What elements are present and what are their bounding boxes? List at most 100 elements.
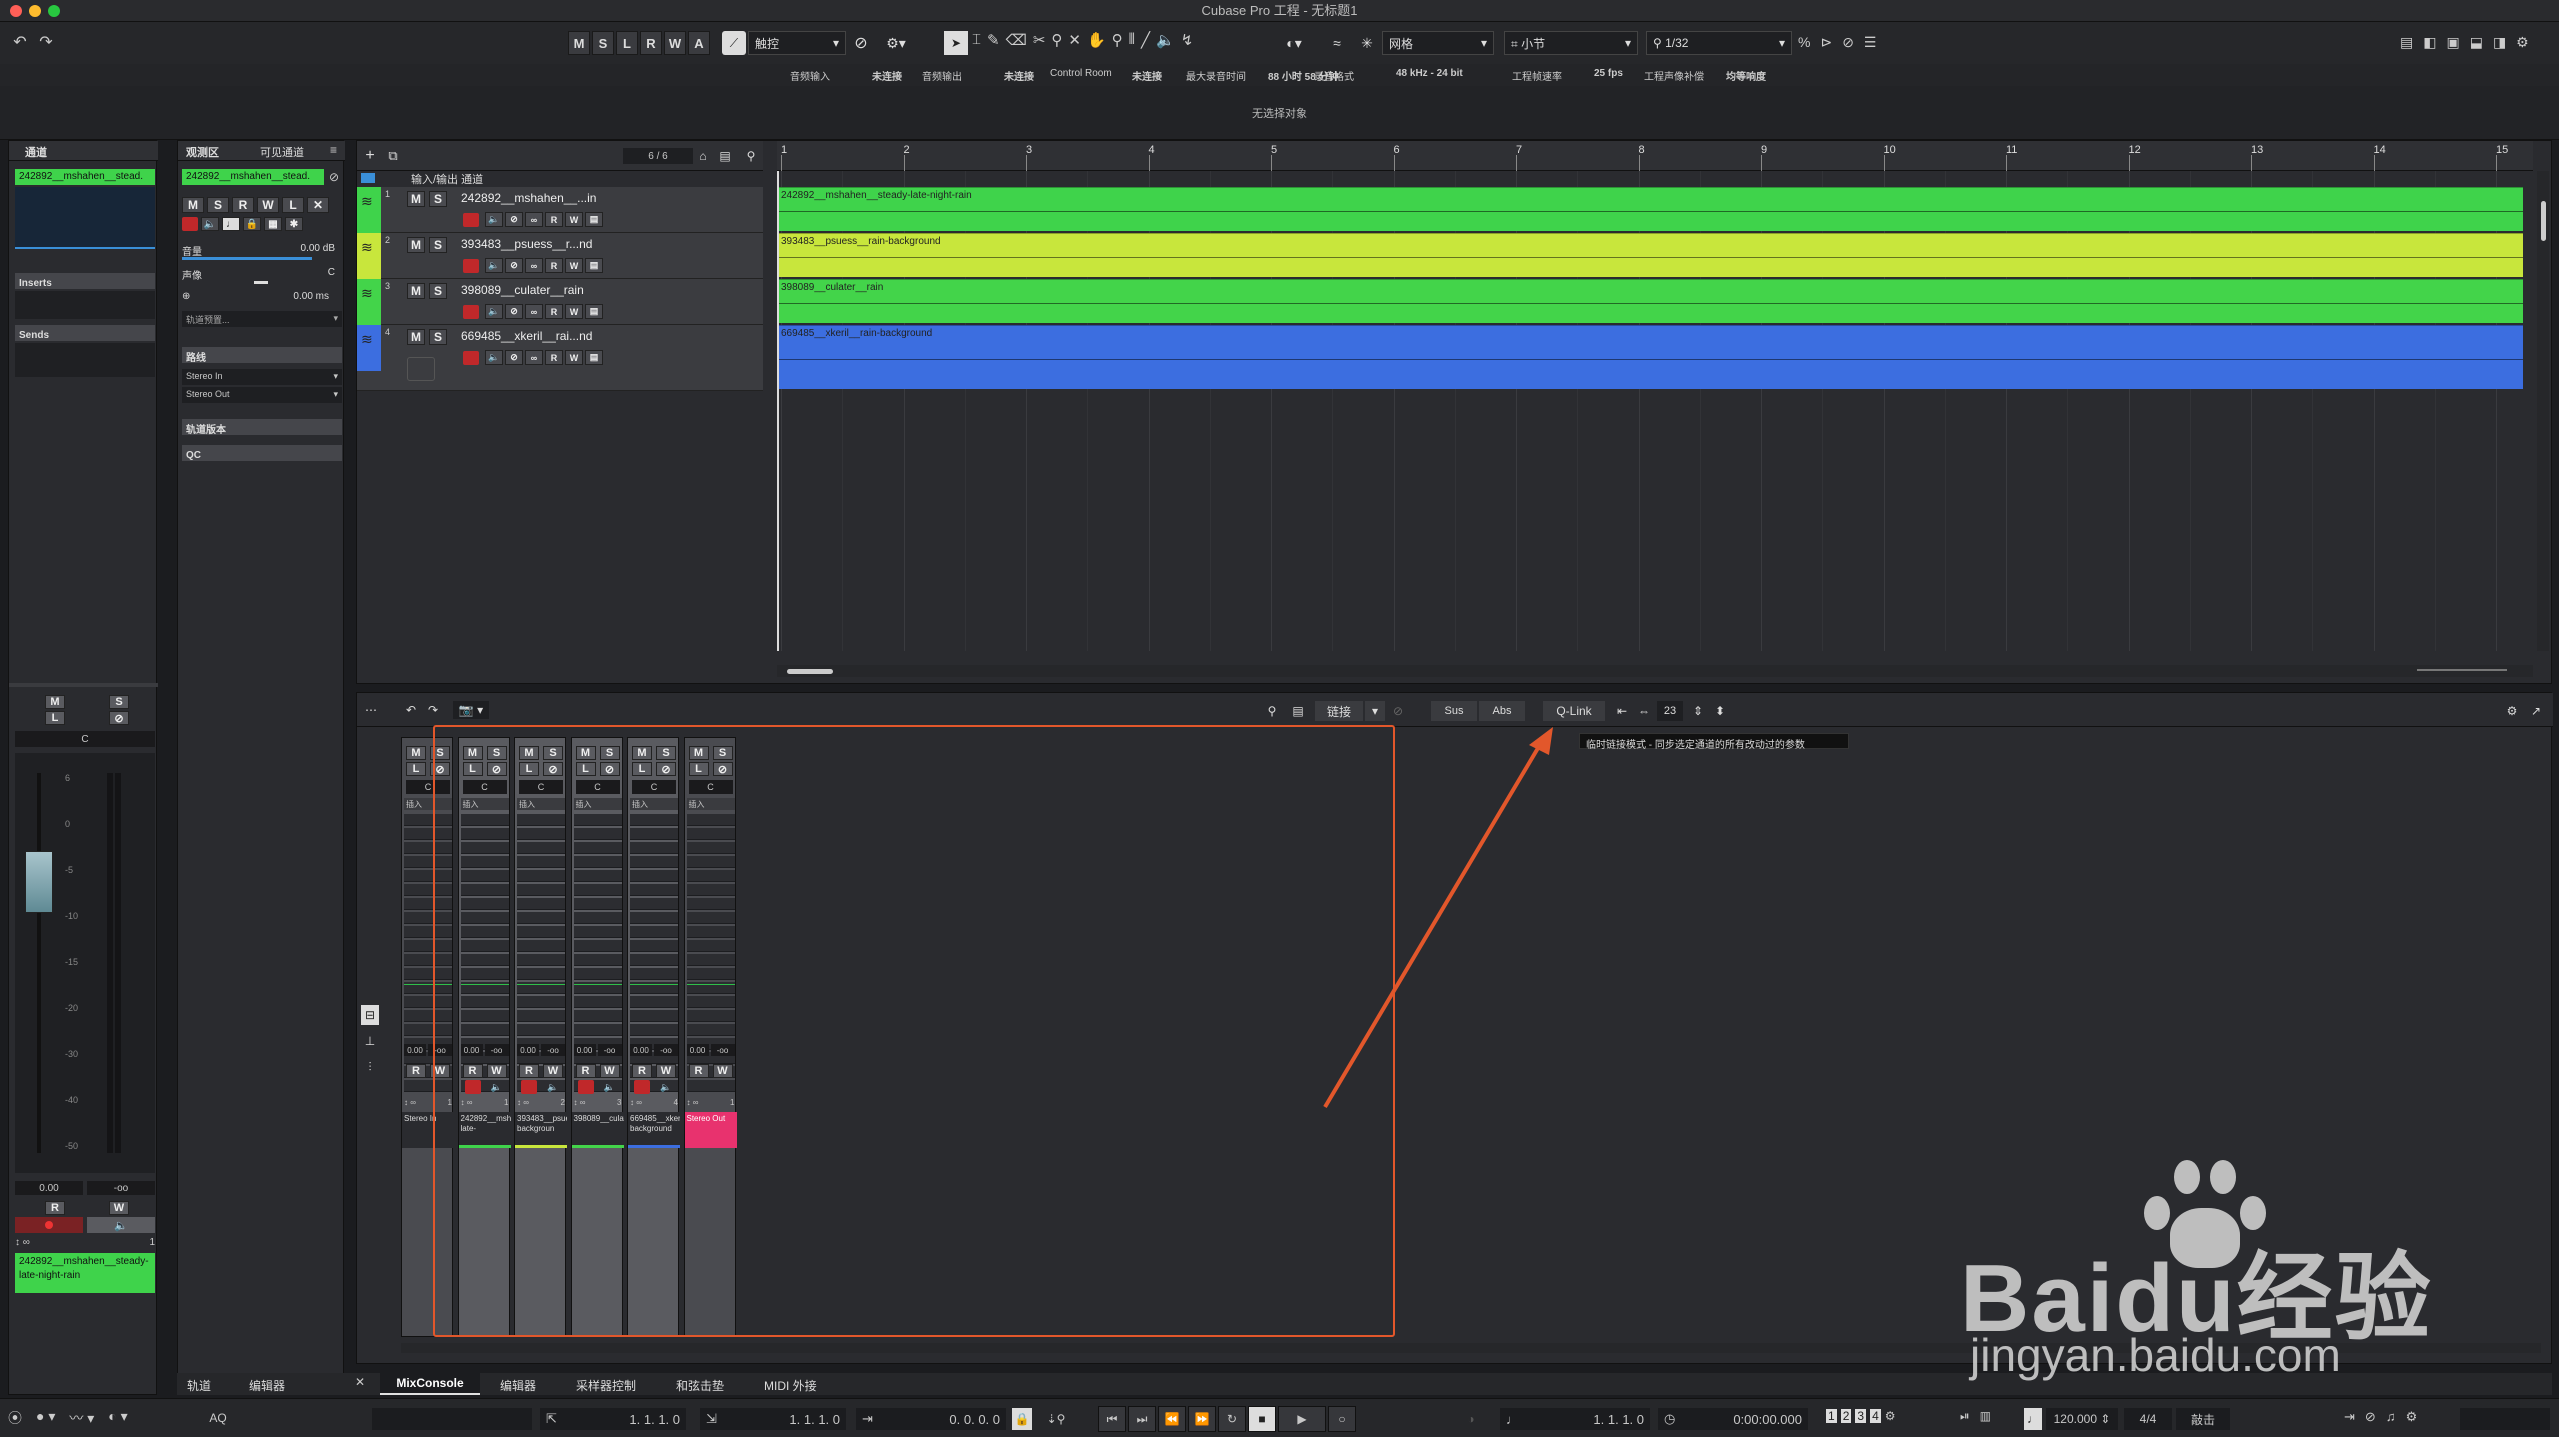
quantize-reset-icon[interactable]: ⊘	[1842, 34, 1854, 51]
track-control-button[interactable]: W	[565, 258, 583, 273]
strip-inserts-header[interactable]: 插入	[686, 798, 735, 810]
strip-fader-value[interactable]: 0.00	[573, 1044, 596, 1056]
strip-inserts-header[interactable]: 插入	[517, 798, 565, 810]
write-automation-button[interactable]: W	[109, 1201, 129, 1215]
track-control-button[interactable]: ∞	[525, 212, 543, 227]
marker-2-button[interactable]: 2	[1840, 1409, 1852, 1423]
insert-slot[interactable]	[517, 842, 565, 854]
track-name[interactable]: 242892__mshahen__...in	[461, 191, 596, 205]
track-record-button[interactable]	[463, 213, 479, 227]
insert-slot[interactable]	[630, 926, 678, 938]
track-mute-button[interactable]: M	[407, 283, 425, 299]
inspector-tab[interactable]: 观测区	[186, 144, 219, 160]
track-mute-button[interactable]: M	[407, 237, 425, 253]
horizontal-scroll-thumb[interactable]	[787, 669, 833, 674]
inspector-button[interactable]: M	[182, 197, 204, 213]
insert-slot[interactable]	[630, 968, 678, 980]
insert-slot[interactable]	[573, 926, 622, 938]
track-header[interactable]: 3 ≋ M S 398089__culater__rain 🔈 ⊘ ∞ R W ▤	[357, 279, 763, 325]
track-control-button[interactable]: 🔈	[485, 304, 503, 319]
inspector-track-name[interactable]: 242892__mshahen__stead.	[182, 169, 324, 185]
track-control-button[interactable]: R	[545, 304, 563, 319]
strip-peak-value[interactable]: -oo	[428, 1044, 452, 1056]
strip-write-button[interactable]: W	[599, 1064, 620, 1078]
insert-slot[interactable]	[573, 912, 622, 924]
track-count[interactable]: 6 / 6	[623, 148, 693, 164]
track-name[interactable]: 393483__psuess__r...nd	[461, 237, 592, 251]
insert-slot[interactable]	[630, 870, 678, 882]
insert-slot[interactable]	[404, 968, 452, 980]
horizontal-zoom-slider[interactable]	[2417, 669, 2507, 671]
insert-slot[interactable]	[686, 954, 735, 966]
track-control-button[interactable]: ▤	[585, 258, 603, 273]
insert-slot[interactable]	[686, 968, 735, 980]
insert-slot[interactable]	[573, 814, 622, 826]
channel-tab[interactable]: 通道	[25, 144, 47, 160]
punch-position[interactable]: ⇥ 0. 0. 0. 0	[856, 1408, 1006, 1430]
automation-button-a[interactable]: A	[688, 31, 710, 55]
audio-clip[interactable]: 398089__culater__rain	[777, 279, 2523, 323]
strip-inserts-header[interactable]: 插入	[460, 798, 509, 810]
strip-peak-value[interactable]: -oo	[654, 1044, 678, 1056]
marker-icon[interactable]: ⦿	[8, 1408, 22, 1428]
mute-button[interactable]: M	[45, 695, 65, 709]
strip-mute-button[interactable]: M	[406, 746, 426, 760]
insert-slot[interactable]	[460, 940, 509, 952]
meter-bridge-icon[interactable]: ⊥	[361, 1031, 379, 1051]
insert-slot[interactable]	[404, 996, 452, 1008]
track-versions-section[interactable]: 轨道版本	[182, 419, 342, 436]
insert-slot[interactable]	[686, 926, 735, 938]
track-solo-button[interactable]: S	[429, 191, 447, 207]
pre-roll-icon[interactable]: ◑	[1456, 1408, 1486, 1430]
undo-icon[interactable]: ↶	[10, 31, 30, 53]
insert-slot[interactable]	[517, 926, 565, 938]
strip-mute-button[interactable]: M	[519, 746, 539, 760]
auto-quantize-menu-icon[interactable]: ◐ ▾	[108, 1408, 127, 1428]
strip-read-button[interactable]: R	[519, 1064, 539, 1078]
inspector-menu-icon[interactable]: ≡	[330, 143, 337, 157]
inspector-button[interactable]: ✕	[307, 197, 329, 213]
output-routing-select[interactable]: Stereo Out ▾	[182, 387, 342, 403]
strip-pan[interactable]: C	[632, 780, 676, 794]
insert-slot[interactable]	[404, 884, 452, 896]
home-icon[interactable]: ⌂	[693, 147, 713, 165]
visible-channel-count[interactable]: 23	[1657, 701, 1683, 721]
insert-slot[interactable]	[517, 828, 565, 840]
insert-slot[interactable]	[630, 912, 678, 924]
insert-slot[interactable]	[404, 870, 452, 882]
insert-slot[interactable]	[404, 940, 452, 952]
suspend-link-button[interactable]: Sus	[1431, 701, 1477, 721]
snap-type-icon[interactable]: ✳	[1356, 31, 1378, 55]
qc-section[interactable]: QC	[182, 445, 342, 461]
audio-clip[interactable]: 242892__mshahen__steady-late-night-rain	[777, 187, 2523, 231]
insert-slot[interactable]	[630, 954, 678, 966]
insert-slot[interactable]	[404, 814, 452, 826]
rack-menu-icon[interactable]: ⬍	[1709, 701, 1731, 721]
pencil-tool-icon[interactable]: ✎	[987, 31, 1000, 49]
tempo-field[interactable]: 120.000 ⇕	[2046, 1408, 2118, 1430]
strip-solo-button[interactable]: S	[712, 746, 733, 760]
play-tool-icon[interactable]: 🔈	[1156, 31, 1175, 49]
strip-peak-value[interactable]: -oo	[597, 1044, 622, 1056]
track-record-button[interactable]	[463, 305, 479, 319]
insert-slot[interactable]	[460, 842, 509, 854]
vertical-scroll-thumb[interactable]	[2541, 201, 2546, 241]
strip-peak-value[interactable]: -oo	[710, 1044, 735, 1056]
redo-icon[interactable]: ↷	[36, 31, 56, 53]
punch-in-icon[interactable]: ⇥	[2344, 1409, 2355, 1425]
pan-control[interactable]: C	[15, 731, 155, 747]
strip-peak-value[interactable]: -oo	[484, 1044, 509, 1056]
insert-slot[interactable]	[404, 842, 452, 854]
track-control-button[interactable]: 🔈	[485, 258, 503, 273]
marker-settings-icon[interactable]: ⚙	[1885, 1409, 1896, 1423]
absolute-link-button[interactable]: Abs	[1479, 701, 1525, 721]
insert-slot[interactable]	[573, 842, 622, 854]
insert-slot[interactable]	[404, 856, 452, 868]
insert-slot[interactable]	[630, 996, 678, 1008]
strip-listen-button[interactable]: L	[688, 762, 709, 776]
marker-1-button[interactable]: 1	[1826, 1409, 1837, 1423]
track-control-button[interactable]: ∞	[525, 304, 543, 319]
tempo-track-icon[interactable]: ▥	[1980, 1409, 1991, 1424]
lock-icon[interactable]: 🔒	[1012, 1408, 1032, 1430]
strip-phase-button[interactable]: ⊘	[430, 762, 450, 776]
